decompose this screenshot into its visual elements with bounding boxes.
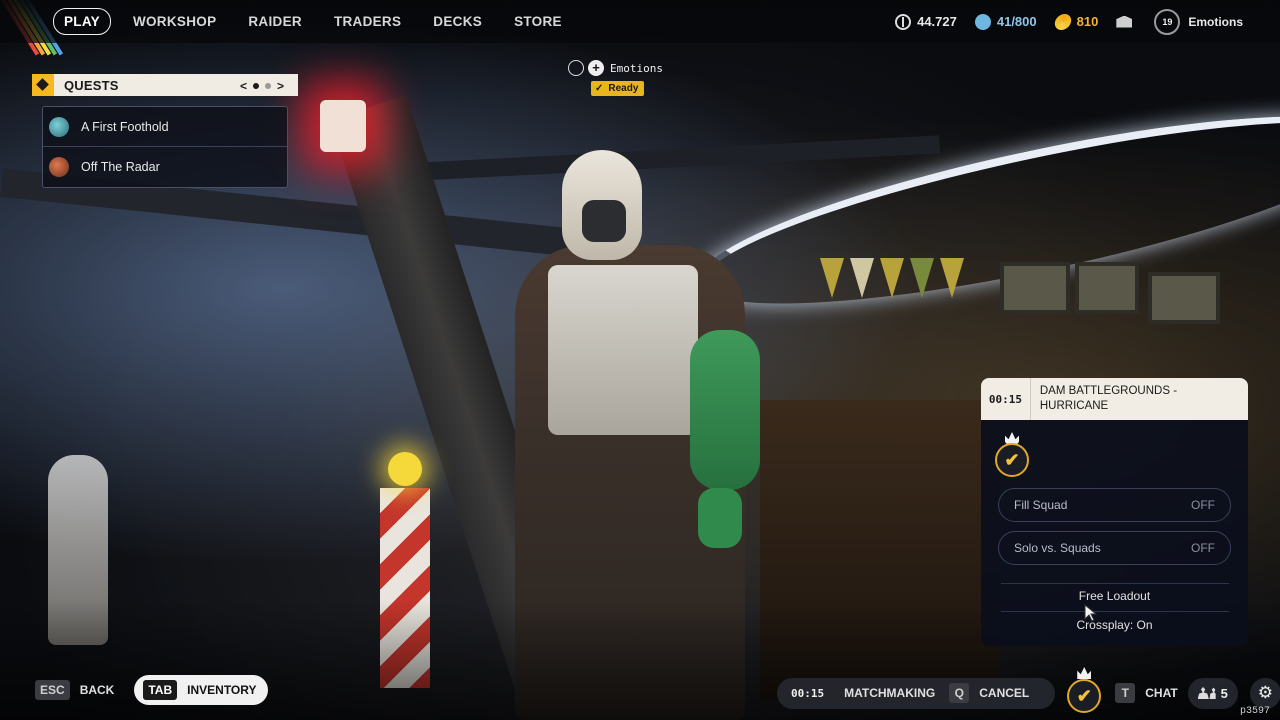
raider-apron — [548, 265, 698, 435]
main-nav: PLAY WORKSHOP RAIDER TRADERS DECKS STORE — [53, 8, 594, 35]
nav-play[interactable]: PLAY — [53, 8, 111, 35]
emotions-label: Emotions — [610, 61, 663, 75]
quest-diamond-icon — [32, 74, 54, 96]
quests-header: QUESTS < > — [32, 74, 298, 96]
nav-store[interactable]: STORE — [514, 14, 562, 29]
friends-count: 5 — [1220, 685, 1228, 701]
crt-monitor — [1148, 272, 1220, 324]
matchmaking-timer: 00:15 — [981, 378, 1031, 420]
divider — [1001, 611, 1229, 612]
quest-item[interactable]: Off The Radar — [43, 147, 287, 187]
fill-squad-toggle[interactable]: Fill Squad OFF — [998, 488, 1231, 522]
squad-badge: ✔ — [995, 432, 1031, 477]
solo-vs-squads-toggle[interactable]: Solo vs. Squads OFF — [998, 531, 1231, 565]
fill-squad-label: Fill Squad — [1014, 498, 1068, 512]
quest-item[interactable]: A First Foothold — [43, 107, 287, 147]
coins-value: 44.727 — [917, 14, 957, 29]
matchmaking-panel: 00:15 DAM BATTLEGROUNDS - HURRICANE ✔ Fi… — [981, 378, 1248, 646]
map-title: DAM BATTLEGROUNDS - HURRICANE — [1039, 385, 1178, 412]
matchmaking-label: MATCHMAKING — [844, 686, 936, 700]
crown-icon — [568, 60, 584, 76]
matchmaking-header: 00:15 DAM BATTLEGROUNDS - HURRICANE — [981, 378, 1248, 420]
quest-giver-icon — [49, 116, 69, 137]
quest-list: A First Foothold Off The Radar — [42, 106, 288, 188]
mail-icon[interactable] — [1116, 15, 1133, 28]
bunting-flag — [880, 258, 904, 298]
inventory-label: INVENTORY — [187, 683, 257, 697]
bunting-flag — [940, 258, 964, 298]
back-label: BACK — [79, 683, 115, 697]
matchmaking-timer-bottom: 00:15 — [791, 686, 825, 700]
nav-raider[interactable]: RAIDER — [248, 14, 302, 29]
bottom-left-controls: ESC BACK TAB INVENTORY — [35, 675, 268, 705]
pager-next-button[interactable]: > — [277, 79, 284, 93]
player-level-badge[interactable]: 19 — [1154, 8, 1181, 35]
tab-key-hint: TAB — [143, 680, 178, 700]
nav-decks[interactable]: DECKS — [433, 14, 482, 29]
ready-badge: ✓ Ready — [591, 81, 645, 96]
cancel-label: CANCEL — [979, 686, 1030, 700]
inventory-button[interactable]: TAB INVENTORY — [134, 675, 268, 705]
pager-prev-button[interactable]: < — [240, 79, 247, 93]
coins-counter: 44.727 — [895, 13, 957, 30]
coin-icon — [895, 13, 912, 30]
bunting-flag — [910, 258, 934, 298]
chat-button[interactable]: T CHAT — [1115, 683, 1178, 703]
crt-monitor — [1000, 262, 1070, 314]
settings-gear-icon[interactable]: ⚙ — [1249, 677, 1280, 709]
friends-button[interactable]: 5 — [1187, 677, 1238, 709]
currency-bar: 44.727 41/800 810 19 Emotions — [895, 0, 1280, 43]
q-key-hint: Q — [949, 683, 970, 703]
emotions-status: + Emotions ✓ Ready — [568, 60, 663, 96]
back-button[interactable]: ESC BACK — [35, 680, 114, 700]
solo-vs-squads-value: OFF — [1191, 541, 1215, 555]
blue-currency-value: 41/800 — [996, 14, 1037, 29]
quest-name: Off The Radar — [81, 160, 160, 174]
yellow-warning-light — [388, 452, 422, 486]
quests-pager: < > — [240, 79, 284, 93]
top-nav-bar: PLAY WORKSHOP RAIDER TRADERS DECKS STORE… — [0, 0, 1280, 43]
gold-currency-icon — [1052, 13, 1073, 30]
people-icon — [1197, 687, 1216, 699]
chat-label: CHAT — [1145, 686, 1178, 700]
profile-name[interactable]: Emotions — [1188, 15, 1243, 29]
gold-currency-counter: 810 — [1052, 13, 1099, 30]
quests-title: QUESTS — [64, 77, 119, 93]
fill-squad-value: OFF — [1191, 498, 1215, 512]
build-version: p3597 — [1239, 706, 1270, 717]
blue-currency-icon — [974, 13, 991, 30]
plus-icon[interactable]: + — [588, 60, 604, 76]
solo-vs-squads-label: Solo vs. Squads — [1014, 541, 1101, 555]
check-icon: ✓ — [595, 83, 604, 94]
bunting-flag — [820, 258, 844, 298]
ready-check-icon: ✔ — [995, 443, 1029, 477]
crt-monitor — [1075, 262, 1139, 314]
raider-mask — [582, 200, 626, 242]
blue-currency-counter: 41/800 — [974, 13, 1037, 30]
nav-workshop[interactable]: WORKSHOP — [133, 14, 216, 29]
steel-beam — [379, 135, 941, 183]
crossplay-status: Crossplay: On — [1076, 618, 1153, 632]
red-warning-light — [320, 100, 366, 152]
raider-arm — [690, 330, 760, 490]
pager-dot[interactable] — [264, 83, 271, 89]
divider — [1001, 583, 1229, 584]
gold-currency-value: 810 — [1076, 14, 1099, 29]
quest-name: A First Foothold — [81, 119, 169, 134]
bunting-flag — [850, 258, 874, 298]
pager-dot-active[interactable] — [252, 83, 259, 89]
bottom-right-controls: 00:15 MATCHMAKING Q CANCEL ✔ T CHAT 5 ⚙ — [777, 667, 1280, 713]
cancel-button[interactable]: Q CANCEL — [949, 683, 1043, 703]
quests-panel: QUESTS < > A First Foothold Off The Rada… — [32, 74, 298, 188]
t-key-hint: T — [1115, 683, 1136, 703]
squad-badge-bottom[interactable]: ✔ — [1067, 667, 1103, 713]
ready-check-icon: ✔ — [1067, 679, 1102, 713]
quest-giver-icon — [49, 157, 69, 177]
matchmaking-status-pill: 00:15 MATCHMAKING Q CANCEL — [777, 677, 1056, 709]
ready-label: Ready — [608, 83, 639, 94]
raider-glove — [698, 488, 742, 548]
nav-traders[interactable]: TRADERS — [334, 14, 401, 29]
loadout-option[interactable]: Free Loadout — [981, 589, 1248, 603]
esc-key-hint: ESC — [35, 680, 70, 700]
